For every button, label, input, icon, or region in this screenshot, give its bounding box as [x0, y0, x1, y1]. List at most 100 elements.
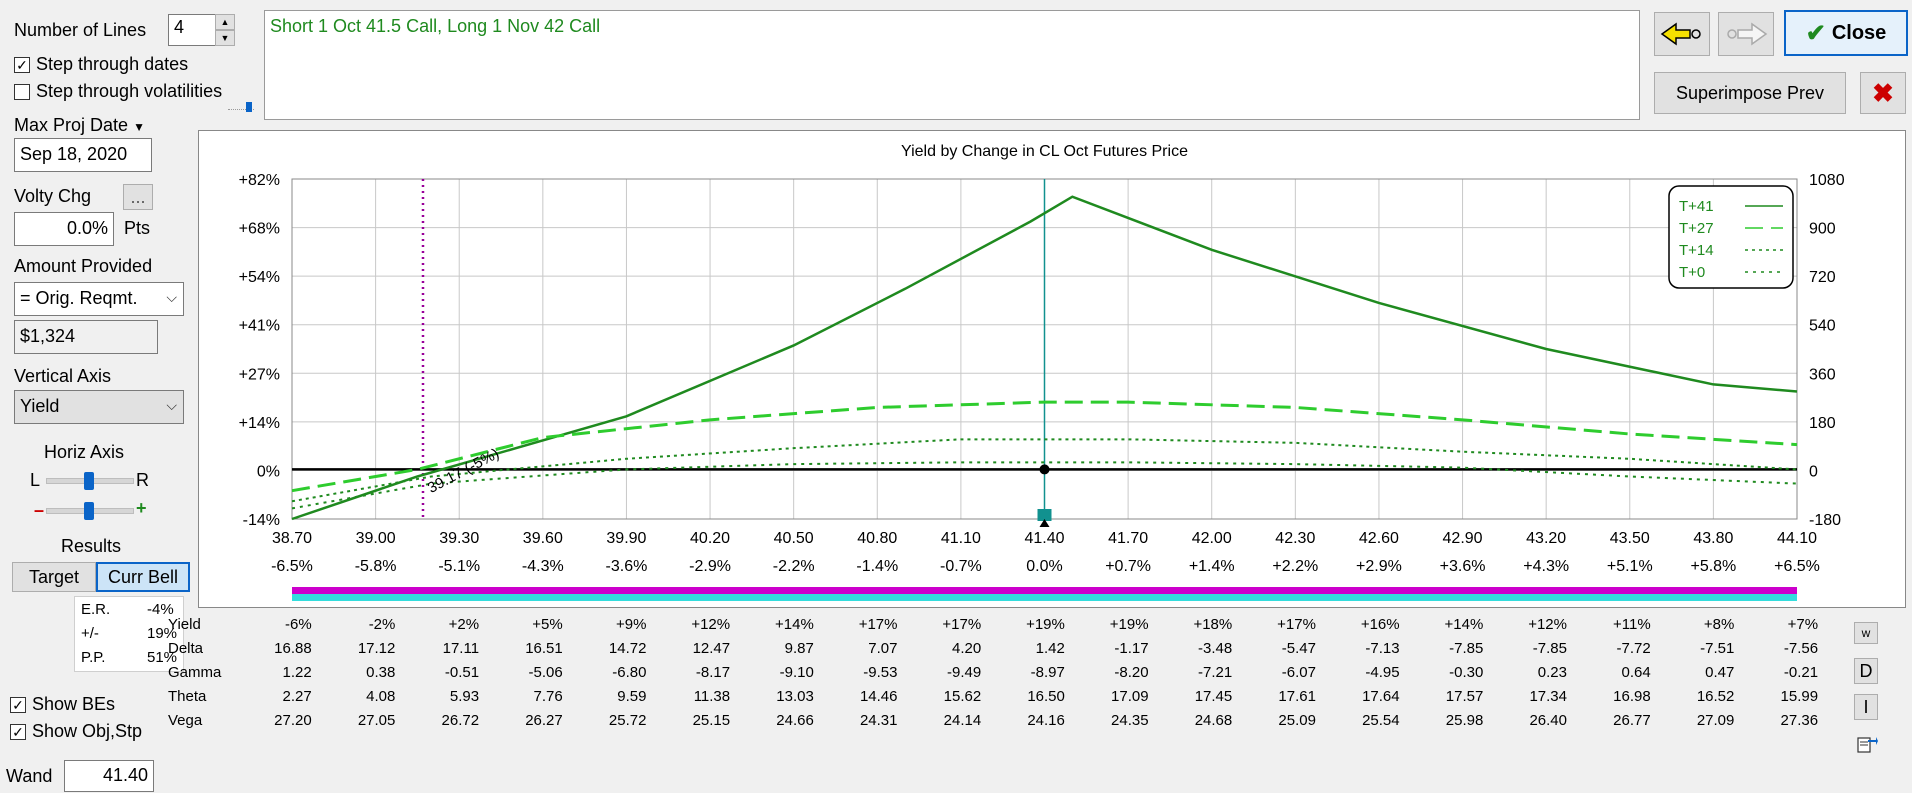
table-cell: -6% — [285, 615, 312, 633]
legend-label: T+0 — [1679, 264, 1705, 281]
arrow-left-icon — [1660, 22, 1701, 46]
table-cell: 0.38 — [366, 663, 396, 681]
x-tick-label: 40.50 — [774, 530, 814, 547]
x-tick-label: 43.80 — [1693, 530, 1733, 547]
volty-chg-input[interactable]: 0.0% — [14, 212, 114, 246]
small-slider-thumb[interactable] — [246, 102, 252, 112]
table-cell: -9.10 — [779, 663, 814, 681]
table-cell: 17.45 — [1194, 687, 1233, 705]
table-cell: 16.98 — [1613, 687, 1651, 705]
wand-input[interactable]: 41.40 — [64, 760, 154, 792]
results-tab-target[interactable]: Target — [12, 562, 96, 592]
x-pct-label: -5.8% — [355, 558, 397, 575]
close-label: Close — [1831, 21, 1887, 44]
vertical-axis-select[interactable]: Yield ⌵ — [14, 390, 184, 424]
horiz-r-label: R — [136, 470, 149, 490]
side-button-i[interactable]: I — [1854, 694, 1878, 720]
max-proj-date-label[interactable]: Max Proj Date ▼ — [14, 115, 145, 136]
y-right-tick-label: -180 — [1809, 512, 1841, 529]
table-cell: +2% — [448, 615, 480, 633]
table-cell: -9.49 — [946, 663, 982, 681]
x-pct-label: -2.2% — [773, 558, 815, 575]
yield-chart[interactable]: Yield by Change in CL Oct Futures Price 3… — [199, 131, 1907, 609]
checkbox-check-icon: ✓ — [10, 696, 26, 713]
table-cell: +18% — [1193, 615, 1233, 633]
chevron-down-icon: ⌵ — [166, 397, 177, 413]
table-cell: +14% — [1444, 615, 1484, 633]
zoom-slider-thumb[interactable] — [84, 502, 94, 520]
y-left-tick-label: +54% — [239, 269, 280, 286]
side-button-d[interactable]: D — [1854, 658, 1878, 684]
table-cell: 25.15 — [692, 711, 731, 729]
table-cell: -6.07 — [1281, 663, 1316, 681]
next-button[interactable] — [1718, 12, 1774, 56]
wand-label: Wand — [6, 766, 53, 786]
table-cell: 26.27 — [525, 711, 563, 729]
prev-button[interactable] — [1654, 12, 1710, 56]
side-button-w[interactable]: w — [1854, 622, 1878, 644]
table-cell: 25.54 — [1362, 711, 1400, 729]
horiz-axis-slider-thumb[interactable] — [84, 472, 94, 490]
table-cell: 9.59 — [617, 687, 647, 705]
y-right-tick-label: 1080 — [1809, 172, 1845, 189]
delete-icon[interactable]: ✖ — [1860, 72, 1906, 114]
x-pct-label: -1.4% — [856, 558, 898, 575]
table-cell: -7.72 — [1616, 639, 1651, 657]
caret-down-icon: ▼ — [133, 120, 145, 134]
table-cell: 24.66 — [776, 711, 814, 729]
x-pct-label: +6.5% — [1774, 558, 1820, 575]
y-right-tick-label: 360 — [1809, 366, 1836, 383]
volty-chg-ellipsis-button[interactable]: ... — [123, 184, 153, 210]
table-cell: +16% — [1360, 615, 1400, 633]
table-cell: +14% — [775, 615, 814, 633]
export-icon[interactable] — [1856, 734, 1878, 756]
num-lines-down-button[interactable]: ▼ — [215, 30, 235, 46]
row-label: Delta — [168, 639, 204, 657]
table-row: Vega 27.20 27.05 26.72 26.27 25.72 25.15 24.66 2… — [168, 708, 1818, 732]
checkbox-empty — [14, 83, 30, 100]
table-cell: 15.62 — [943, 687, 982, 705]
x-pct-label: +4.3% — [1523, 558, 1569, 575]
results-tab-curr-bell[interactable]: Curr Bell — [96, 562, 190, 592]
num-lines-input[interactable]: 4 — [168, 14, 216, 46]
table-cell: -8.17 — [695, 663, 731, 681]
x-pct-label: +3.6% — [1440, 558, 1486, 575]
x-tick-label: 40.80 — [857, 530, 897, 547]
max-proj-date-input[interactable]: Sep 18, 2020 — [14, 138, 152, 172]
table-cell: +17% — [1277, 615, 1316, 633]
table-cell: -7.51 — [1700, 639, 1735, 657]
pp-label: P.P. — [81, 649, 106, 666]
row-label: Gamma — [168, 663, 222, 681]
table-cell: 0.23 — [1537, 663, 1567, 681]
table-cell: 25.98 — [1445, 711, 1484, 729]
pm-label: +/- — [81, 625, 99, 642]
x-tick-label: 39.60 — [523, 530, 563, 547]
amount-provided-select[interactable]: = Orig. Reqmt. ⌵ — [14, 282, 184, 316]
num-lines-up-button[interactable]: ▲ — [215, 14, 235, 30]
y-right-tick-label: 0 — [1809, 463, 1818, 480]
superimpose-prev-button[interactable]: Superimpose Prev — [1654, 72, 1846, 114]
x-tick-label: 41.70 — [1108, 530, 1148, 547]
strategy-description[interactable]: Short 1 Oct 41.5 Call, Long 1 Nov 42 Cal… — [264, 10, 1640, 120]
table-cell: 14.72 — [608, 639, 647, 657]
close-button[interactable]: ✔ Close — [1784, 10, 1908, 56]
table-cell: 11.38 — [693, 687, 731, 705]
table-cell: 26.72 — [441, 711, 480, 729]
step-vols-checkbox[interactable]: Step through volatilities — [14, 81, 222, 102]
table-cell: 17.64 — [1362, 687, 1400, 705]
table-cell: 12.47 — [692, 639, 731, 657]
table-cell: 17.12 — [357, 639, 396, 657]
show-bes-checkbox[interactable]: ✓ Show BEs — [10, 694, 115, 715]
show-obj-checkbox[interactable]: ✓ Show Obj,Stp — [10, 721, 142, 742]
er-label: E.R. — [81, 601, 111, 618]
y-left-tick-label: +14% — [239, 415, 280, 432]
step-dates-checkbox[interactable]: ✓ Step through dates — [14, 54, 188, 75]
small-slider[interactable] — [228, 102, 254, 112]
x-tick-label: 39.30 — [439, 530, 479, 547]
table-cell: 24.14 — [943, 711, 982, 729]
y-left-tick-label: +82% — [239, 172, 280, 189]
table-cell: 4.08 — [366, 687, 396, 705]
table-row: Yield -6% -2% +2% +5% +9% +12% +14% +17% +17% +19%… — [168, 612, 1818, 636]
chart-title: Yield by Change in CL Oct Futures Price — [901, 143, 1188, 160]
x-pct-label: -4.3% — [522, 558, 564, 575]
